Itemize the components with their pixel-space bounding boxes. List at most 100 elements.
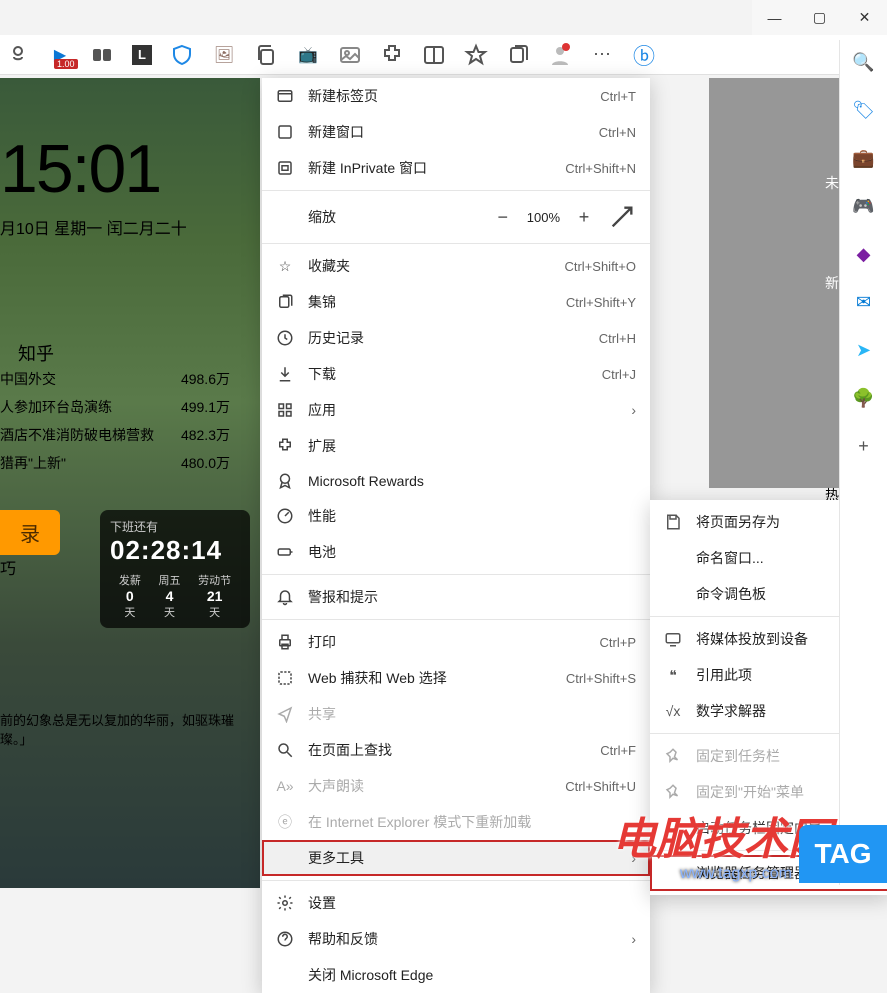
- pin-icon: [664, 783, 682, 801]
- window-minimize-button[interactable]: —: [752, 0, 797, 35]
- caption-text: 前的幻象总是无以复加的华丽，如驱珠璀璨。」: [0, 710, 248, 748]
- zoom-in-button[interactable]: +: [570, 203, 598, 231]
- menu-alerts[interactable]: 警报和提示: [262, 579, 650, 615]
- menu-battery[interactable]: 电池: [262, 534, 650, 570]
- menu-help[interactable]: 帮助和反馈›: [262, 921, 650, 957]
- menu-extensions[interactable]: 扩展: [262, 428, 650, 464]
- right-panel: 未 新: [709, 78, 839, 488]
- shield-icon[interactable]: [170, 43, 194, 67]
- menu-readaloud: A»大声朗读Ctrl+Shift+U: [262, 768, 650, 804]
- notification-dot-icon: [562, 43, 570, 51]
- menu-separator: [262, 190, 650, 191]
- countdown-day: 劳动节21天: [198, 572, 231, 620]
- battery-icon: [276, 543, 294, 561]
- tag-badge: TAG: [799, 825, 887, 883]
- briefcase-icon[interactable]: 💼: [850, 144, 878, 172]
- settings-menu: 新建标签页Ctrl+T 新建窗口Ctrl+N 新建 InPrivate 窗口Ct…: [262, 78, 650, 993]
- add-icon[interactable]: +: [850, 432, 878, 460]
- feed-item[interactable]: 猎再"上新"480.0万: [0, 449, 240, 477]
- feed-item[interactable]: 酒店不准消防破电梯营救482.3万: [0, 421, 240, 449]
- tree-icon[interactable]: 🌳: [850, 384, 878, 412]
- copy-icon[interactable]: [254, 43, 278, 67]
- countdown-day: 发薪0天: [119, 572, 141, 620]
- math-icon: √x: [664, 702, 682, 720]
- edge-sidebar: 🔍 🏷 💼 🎮 ◆ ✉ ➤ 🌳 +: [839, 40, 887, 885]
- webcapture-icon: [276, 669, 294, 687]
- watermark-url: www.tagxp.com: [680, 865, 792, 883]
- fullscreen-button[interactable]: [608, 203, 636, 231]
- profile-avatar[interactable]: [548, 43, 572, 67]
- window-maximize-button[interactable]: ▢: [797, 0, 842, 35]
- menu-collections[interactable]: 集锦Ctrl+Shift+Y: [262, 284, 650, 320]
- m365-icon[interactable]: ◆: [850, 240, 878, 268]
- shopping-tag-icon[interactable]: 🏷: [850, 96, 878, 124]
- bing-chat-icon[interactable]: ⓑ: [632, 43, 656, 67]
- extension-icon: [276, 437, 294, 455]
- outlook-icon[interactable]: ✉: [850, 288, 878, 316]
- menu-settings[interactable]: 设置: [262, 885, 650, 921]
- menu-share: 共享: [262, 696, 650, 732]
- countdown-time: 02:28:14: [110, 535, 240, 566]
- clock-time: 15:01: [0, 130, 160, 208]
- inprivate-icon: [276, 159, 294, 177]
- chevron-right-icon: ›: [631, 931, 636, 947]
- new-tab-icon: [276, 87, 294, 105]
- rewards-icon: [276, 472, 294, 490]
- window-close-button[interactable]: ✕: [842, 0, 887, 35]
- extension-icon[interactable]: [380, 43, 404, 67]
- share-icon: [276, 705, 294, 723]
- menu-apps[interactable]: 应用›: [262, 392, 650, 428]
- print-icon: [276, 633, 294, 651]
- download-icon: [276, 365, 294, 383]
- history-icon: [276, 329, 294, 347]
- help-icon: [276, 930, 294, 948]
- menu-new-window[interactable]: 新建窗口Ctrl+N: [262, 114, 650, 150]
- games-icon[interactable]: 🎮: [850, 192, 878, 220]
- search-icon[interactable]: 🔍: [850, 48, 878, 76]
- menu-more-tools[interactable]: 更多工具›: [262, 840, 650, 876]
- countdown-widget[interactable]: 下班还有 02:28:14 发薪0天 周五4天 劳动节21天: [100, 510, 250, 628]
- menu-favorites[interactable]: ☆收藏夹Ctrl+Shift+O: [262, 248, 650, 284]
- quote-icon: ❝: [664, 666, 682, 684]
- menu-separator: [262, 619, 650, 620]
- feed-item[interactable]: 人参加环台岛演练499.1万: [0, 393, 240, 421]
- send-icon[interactable]: ➤: [850, 336, 878, 364]
- apps-icon: [276, 401, 294, 419]
- cast-icon: [664, 630, 682, 648]
- voice-icon[interactable]: [6, 43, 30, 67]
- menu-find[interactable]: 在页面上查找Ctrl+F: [262, 732, 650, 768]
- image-icon[interactable]: 🖼: [212, 43, 236, 67]
- menu-webcapture[interactable]: Web 捕获和 Web 选择Ctrl+Shift+S: [262, 660, 650, 696]
- picture-icon[interactable]: [338, 43, 362, 67]
- menu-performance[interactable]: 性能: [262, 498, 650, 534]
- countdown-label: 下班还有: [110, 518, 240, 535]
- menu-close-edge[interactable]: 关闭 Microsoft Edge: [262, 957, 650, 993]
- feed-item[interactable]: 中国外交498.6万: [0, 365, 240, 393]
- read-icon[interactable]: [90, 43, 114, 67]
- new-window-icon: [276, 123, 294, 141]
- gear-icon: [276, 894, 294, 912]
- menu-downloads[interactable]: 下载Ctrl+J: [262, 356, 650, 392]
- feed-source: 知乎: [18, 340, 54, 366]
- save-icon: [664, 513, 682, 531]
- menu-history[interactable]: 历史记录Ctrl+H: [262, 320, 650, 356]
- menu-print[interactable]: 打印Ctrl+P: [262, 624, 650, 660]
- zoom-out-button[interactable]: −: [489, 203, 517, 231]
- menu-new-tab[interactable]: 新建标签页Ctrl+T: [262, 78, 650, 114]
- letter-icon[interactable]: L: [132, 45, 152, 65]
- more-menu-button[interactable]: ⋯: [590, 43, 614, 67]
- collections-icon: [276, 293, 294, 311]
- login-widget[interactable]: 录: [0, 510, 60, 555]
- bell-icon: [276, 588, 294, 606]
- pin-icon: [664, 747, 682, 765]
- menu-rewards[interactable]: Microsoft Rewards: [262, 464, 650, 498]
- split-icon[interactable]: [422, 43, 446, 67]
- menu-new-inprivate[interactable]: 新建 InPrivate 窗口Ctrl+Shift+N: [262, 150, 650, 186]
- tips-label: 巧: [0, 555, 16, 579]
- favorites-icon[interactable]: [464, 43, 488, 67]
- video-icon[interactable]: ▶1.00: [48, 43, 72, 67]
- collections-icon[interactable]: [506, 43, 530, 67]
- readaloud-icon: A»: [276, 777, 294, 795]
- tv-icon[interactable]: 📺: [296, 43, 320, 67]
- zoom-value: 100%: [527, 210, 560, 225]
